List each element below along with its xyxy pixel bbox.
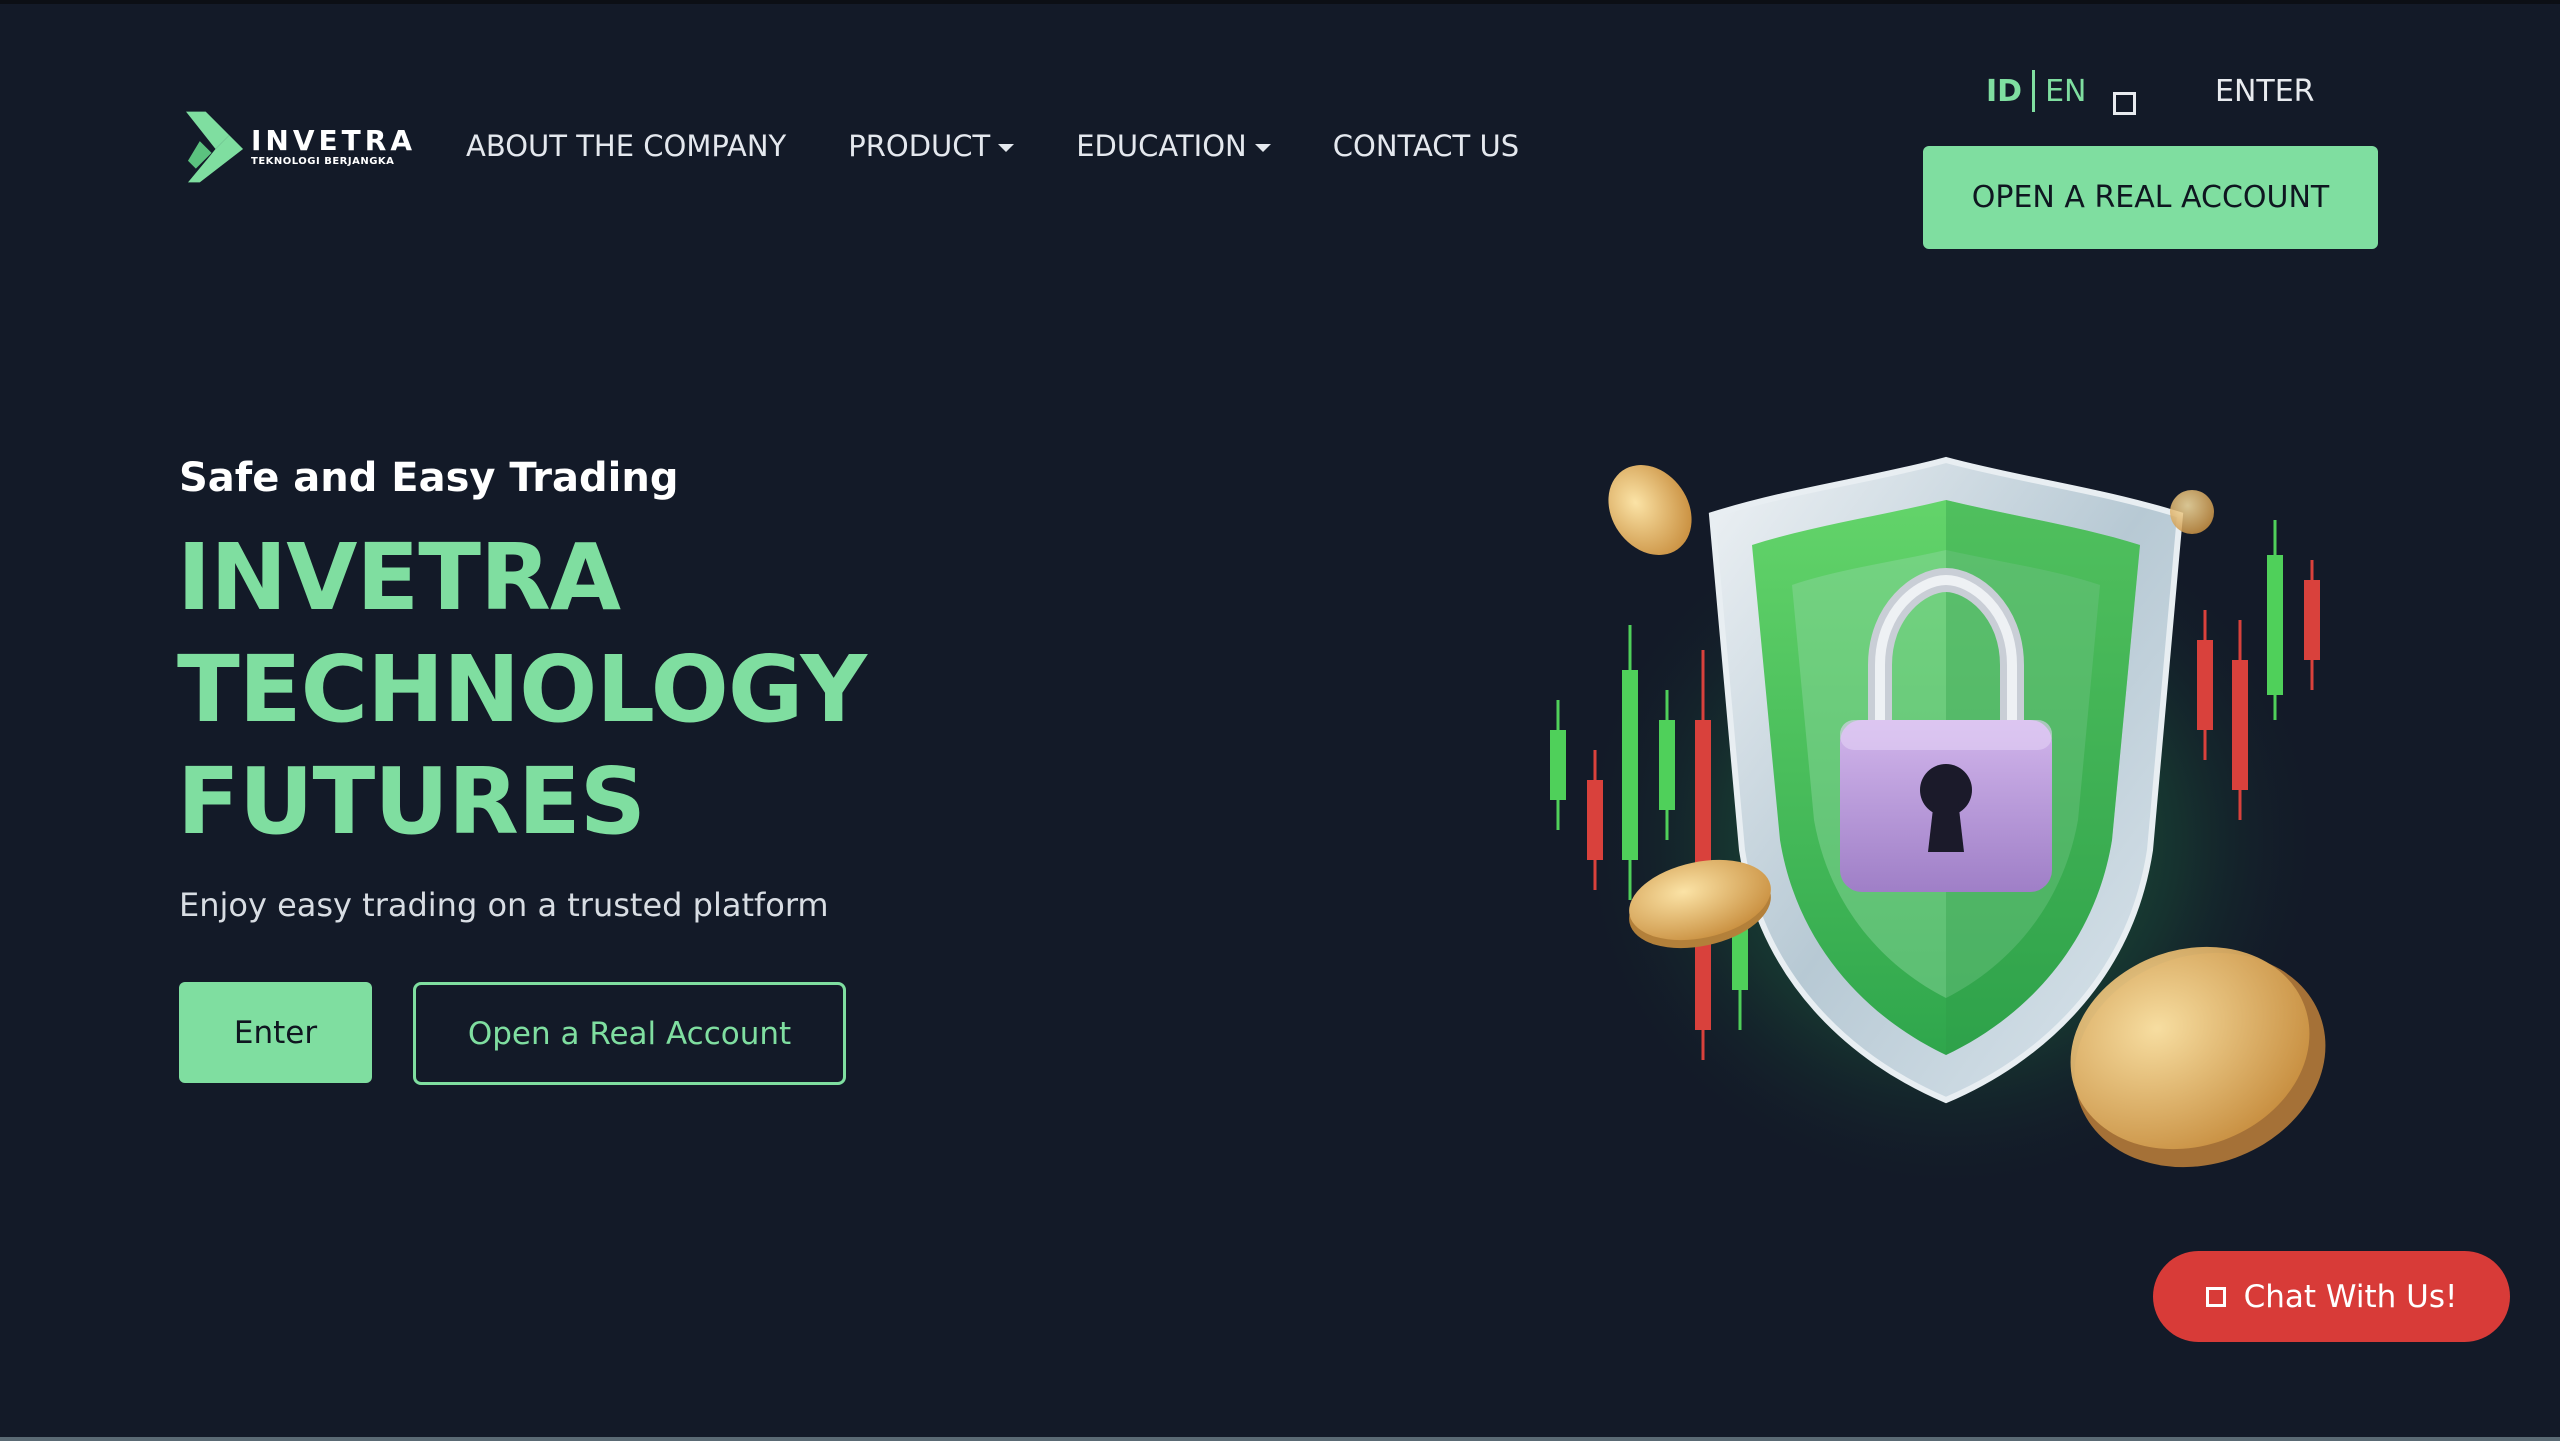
nav-item-contact[interactable]: CONTACT US bbox=[1333, 129, 1519, 163]
caret-down-icon bbox=[998, 144, 1015, 152]
language-option-id[interactable]: ID bbox=[1986, 74, 2022, 109]
hero-description: Enjoy easy trading on a trusted platform bbox=[179, 886, 829, 924]
page: INVETRA TEKNOLOGI BERJANGKA ABOUT THE CO… bbox=[0, 0, 2560, 1441]
nav-item-about[interactable]: ABOUT THE COMPANY bbox=[466, 129, 786, 163]
brand-text: INVETRA TEKNOLOGI BERJANGKA bbox=[251, 126, 416, 168]
square-icon bbox=[2205, 1286, 2226, 1307]
brand-tagline: TEKNOLOGI BERJANGKA bbox=[251, 156, 395, 167]
brand-name: INVETRA bbox=[251, 124, 416, 157]
hero-title: INVETRA TECHNOLOGY FUTURES bbox=[177, 522, 867, 858]
chat-label: Chat With Us! bbox=[2243, 1278, 2458, 1315]
header-enter-link[interactable]: ENTER bbox=[2215, 74, 2315, 109]
language-divider bbox=[2032, 70, 2036, 112]
hero-title-line: FUTURES bbox=[177, 748, 646, 855]
hero-title-line: TECHNOLOGY bbox=[177, 636, 867, 743]
enter-button[interactable]: Enter bbox=[179, 982, 372, 1083]
caret-down-icon bbox=[1254, 144, 1271, 152]
main-nav: ABOUT THE COMPANY PRODUCT EDUCATION CONT… bbox=[466, 122, 1581, 170]
square-icon[interactable] bbox=[2113, 92, 2136, 115]
nav-item-label: ABOUT THE COMPANY bbox=[466, 129, 787, 163]
bottom-border bbox=[0, 1437, 2560, 1441]
nav-item-label: EDUCATION bbox=[1076, 129, 1247, 163]
open-account-outline-button[interactable]: Open a Real Account bbox=[413, 982, 846, 1085]
top-border bbox=[0, 0, 2560, 4]
nav-item-label: PRODUCT bbox=[848, 129, 991, 163]
nav-item-label: CONTACT US bbox=[1332, 129, 1520, 163]
hero-title-line: INVETRA bbox=[177, 524, 621, 631]
language-switcher: ID EN bbox=[1986, 70, 2086, 112]
brand-logo[interactable]: INVETRA TEKNOLOGI BERJANGKA bbox=[186, 110, 416, 184]
nav-item-product[interactable]: PRODUCT bbox=[848, 129, 1015, 163]
hero-subtitle: Safe and Easy Trading bbox=[179, 455, 679, 501]
open-real-account-button[interactable]: OPEN A REAL ACCOUNT bbox=[1923, 146, 2378, 249]
language-option-en[interactable]: EN bbox=[2045, 74, 2086, 109]
chevron-logo-icon bbox=[186, 111, 244, 183]
shield-lock-icon bbox=[1550, 456, 2330, 1200]
nav-item-education[interactable]: EDUCATION bbox=[1076, 129, 1271, 163]
chat-with-us-button[interactable]: Chat With Us! bbox=[2153, 1251, 2510, 1342]
